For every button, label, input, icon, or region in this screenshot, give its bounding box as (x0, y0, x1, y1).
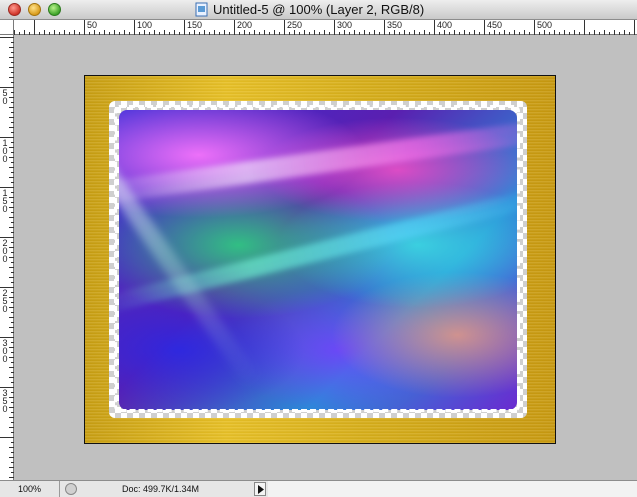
ruler-label: 5 0 (2, 88, 8, 106)
ruler-label: 400 (437, 20, 453, 30)
ruler-label: 1 5 0 (2, 188, 8, 214)
triangle-right-icon (258, 485, 264, 494)
zoom-field[interactable]: 100% (0, 481, 60, 497)
ruler-label: 50 (87, 20, 98, 30)
ruler-label: 150 (187, 20, 203, 30)
document-canvas[interactable] (84, 75, 556, 444)
horizontal-scrollbar[interactable] (268, 481, 637, 497)
status-menu-button[interactable] (254, 482, 266, 496)
window-title: Untitled-5 @ 100% (Layer 2, RGB/8) (213, 2, 425, 17)
vertical-ruler[interactable]: 5 0 1 0 0 1 5 0 2 0 0 2 5 0 3 0 0 3 5 0 (0, 35, 14, 480)
ruler-label: 500 (537, 20, 553, 30)
ruler-label: 2 0 0 (2, 238, 8, 264)
zoom-value[interactable]: 100% (18, 484, 41, 494)
ruler-label: 450 (487, 20, 503, 30)
ruler-label: 2 5 0 (2, 288, 8, 314)
photoshop-document-icon (195, 2, 208, 17)
ruler-label: 250 (287, 20, 303, 30)
ruler-label: 300 (337, 20, 353, 30)
ruler-label: 200 (237, 20, 253, 30)
close-window-button[interactable] (8, 3, 21, 16)
ruler-label: 3 5 0 (2, 388, 8, 414)
horizontal-ruler[interactable]: 50 100 150 200 250 300 350 400 450 500 (14, 20, 637, 35)
window-titlebar: Untitled-5 @ 100% (Layer 2, RGB/8) (0, 0, 637, 20)
selection-marquee[interactable] (114, 105, 520, 412)
status-bar: 100% Doc: 499.7K/1.34M (0, 480, 637, 497)
ruler-origin[interactable] (0, 20, 14, 35)
status-circle-icon[interactable] (65, 483, 77, 495)
zoom-window-button[interactable] (48, 3, 61, 16)
ruler-label: 3 0 0 (2, 338, 8, 364)
ruler-label: 100 (137, 20, 153, 30)
minimize-window-button[interactable] (28, 3, 41, 16)
canvas-area[interactable] (14, 35, 637, 480)
ruler-label: 1 0 0 (2, 138, 8, 164)
ruler-label: 350 (387, 20, 403, 30)
document-size-info: Doc: 499.7K/1.34M (122, 484, 200, 494)
